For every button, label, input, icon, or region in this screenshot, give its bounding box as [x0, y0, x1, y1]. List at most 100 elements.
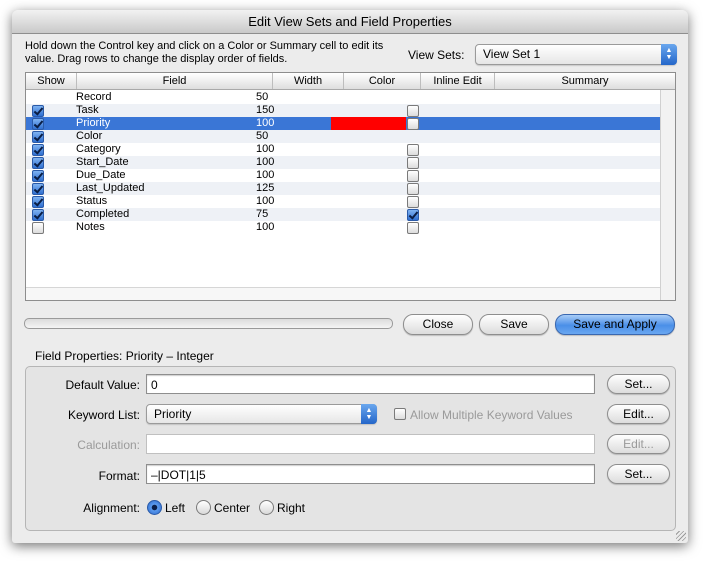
field-properties-heading: Field Properties: Priority – Integer [35, 349, 214, 363]
width-cell[interactable]: 50 [256, 91, 268, 104]
inline-edit-checkbox[interactable] [407, 144, 419, 156]
table-row[interactable]: Due_Date 100 [26, 169, 660, 182]
view-sets-value: View Set 1 [483, 47, 541, 61]
field-name-cell: Color [76, 130, 103, 142]
align-left-radio[interactable] [147, 500, 162, 515]
fields-table[interactable]: Show Field Width Color Inline Edit Summa… [25, 72, 676, 301]
width-cell[interactable]: 100 [256, 221, 274, 234]
table-row[interactable]: Notes 100 [26, 221, 660, 234]
table-row[interactable]: Color 50 [26, 130, 660, 143]
table-row[interactable]: Priority 100 [26, 117, 660, 130]
width-cell[interactable]: 50 [256, 130, 268, 143]
show-checkbox[interactable] [32, 144, 44, 156]
default-value-field[interactable]: 0 [146, 374, 595, 394]
inline-edit-checkbox[interactable] [407, 170, 419, 182]
show-checkbox[interactable] [32, 105, 44, 117]
field-name-cell: Notes [76, 221, 105, 233]
popup-arrows-icon: ▲ ▼ [661, 44, 677, 65]
align-right-radio[interactable] [259, 500, 274, 515]
calculation-edit-button[interactable]: Edit... [607, 434, 670, 454]
column-header-width[interactable]: Width [273, 75, 343, 89]
field-name-cell: Start_Date [76, 156, 129, 168]
column-header-field[interactable]: Field [77, 75, 272, 89]
format-label: Format: [98, 469, 140, 483]
align-center-label[interactable]: Center [214, 501, 250, 515]
field-name-cell: Category [76, 143, 121, 155]
close-button[interactable]: Close [403, 314, 473, 335]
title-bar[interactable]: Edit View Sets and Field Properties [12, 10, 688, 34]
table-row[interactable]: Category 100 [26, 143, 660, 156]
view-sets-label: View Sets: [408, 48, 465, 62]
width-cell[interactable]: 100 [256, 143, 274, 156]
width-cell[interactable]: 100 [256, 169, 274, 182]
keyword-list-edit-button[interactable]: Edit... [607, 404, 670, 424]
align-left-label[interactable]: Left [165, 501, 185, 515]
width-cell[interactable]: 100 [256, 156, 274, 169]
table-row[interactable]: Start_Date 100 [26, 156, 660, 169]
field-name-cell: Task [76, 104, 99, 116]
horizontal-scrollbar[interactable] [26, 287, 660, 300]
field-name-cell: Record [76, 91, 112, 103]
show-checkbox[interactable] [32, 118, 44, 130]
table-row[interactable]: Completed 75 [26, 208, 660, 221]
show-checkbox[interactable] [32, 170, 44, 182]
column-header-inline-edit[interactable]: Inline Edit [421, 75, 494, 89]
show-checkbox[interactable] [32, 196, 44, 208]
save-button[interactable]: Save [479, 314, 549, 335]
inline-edit-checkbox[interactable] [407, 209, 419, 221]
inline-edit-checkbox[interactable] [407, 222, 419, 234]
dialog-window: Edit View Sets and Field Properties Hold… [12, 10, 688, 543]
table-row[interactable]: Record 50 [26, 91, 660, 104]
inline-edit-checkbox[interactable] [407, 105, 419, 117]
field-name-cell: Priority [76, 117, 111, 129]
table-row[interactable]: Status 100 [26, 195, 660, 208]
resize-grip-icon[interactable] [676, 531, 686, 541]
table-header: Show Field Width Color Inline Edit Summa… [26, 73, 675, 90]
column-header-show[interactable]: Show [26, 75, 76, 89]
show-checkbox[interactable] [32, 209, 44, 221]
window-title: Edit View Sets and Field Properties [248, 14, 452, 29]
progress-bar [24, 318, 393, 329]
field-name-cell: Last_Updated [76, 182, 145, 194]
table-row[interactable]: Last_Updated 125 [26, 182, 660, 195]
view-sets-popup[interactable]: View Set 1 ▲ ▼ [475, 44, 677, 65]
inline-edit-checkbox[interactable] [407, 157, 419, 169]
width-cell[interactable]: 75 [256, 208, 268, 221]
column-header-color[interactable]: Color [344, 75, 420, 89]
popup-arrows-icon: ▲ ▼ [361, 404, 377, 424]
inline-edit-checkbox[interactable] [407, 196, 419, 208]
show-checkbox[interactable] [32, 157, 44, 169]
keyword-list-label: Keyword List: [67, 408, 140, 422]
default-value-set-button[interactable]: Set... [607, 374, 670, 394]
align-center-radio[interactable] [196, 500, 211, 515]
alignment-label: Alignment: [83, 501, 140, 515]
allow-multiple-label: Allow Multiple Keyword Values [410, 408, 573, 422]
field-name-cell: Completed [76, 208, 130, 220]
show-checkbox[interactable] [32, 222, 44, 234]
show-checkbox[interactable] [32, 131, 44, 143]
calculation-field[interactable] [146, 434, 595, 454]
width-cell[interactable]: 150 [256, 104, 274, 117]
allow-multiple-checkbox[interactable] [394, 408, 406, 420]
calculation-label: Calculation: [77, 438, 140, 452]
width-cell[interactable]: 125 [256, 182, 274, 195]
vertical-scrollbar[interactable] [660, 90, 675, 300]
width-cell[interactable]: 100 [256, 117, 274, 130]
inline-edit-checkbox[interactable] [407, 183, 419, 195]
keyword-list-popup[interactable]: Priority ▲ ▼ [146, 404, 377, 424]
field-properties-group: Default Value: 0 Set... Keyword List: Pr… [25, 366, 676, 531]
save-and-apply-button[interactable]: Save and Apply [555, 314, 675, 335]
column-header-summary[interactable]: Summary [495, 75, 675, 89]
inline-edit-checkbox[interactable] [407, 118, 419, 130]
field-name-cell: Status [76, 195, 108, 207]
instructions-text: Hold down the Control key and click on a… [25, 40, 384, 65]
table-row[interactable]: Task 150 [26, 104, 660, 117]
color-swatch-cell[interactable] [331, 117, 406, 130]
align-right-label[interactable]: Right [277, 501, 305, 515]
show-checkbox[interactable] [32, 183, 44, 195]
width-cell[interactable]: 100 [256, 195, 274, 208]
format-field[interactable]: –|DOT|1|5 [146, 464, 595, 484]
keyword-list-value: Priority [154, 407, 192, 421]
format-set-button[interactable]: Set... [607, 464, 670, 484]
default-value-label: Default Value: [65, 378, 141, 392]
